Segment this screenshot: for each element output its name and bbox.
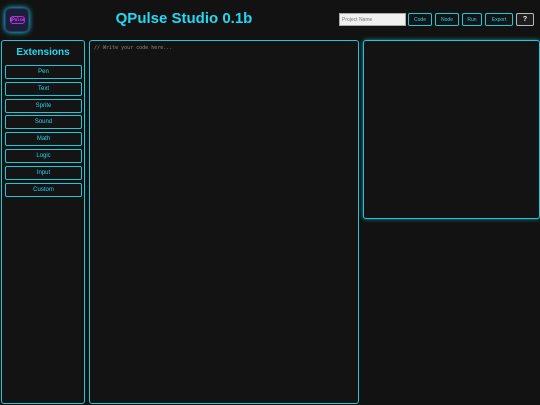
- export-button[interactable]: Export: [485, 13, 513, 26]
- extension-logic[interactable]: Logic: [5, 148, 82, 163]
- code-editor-panel: [89, 40, 359, 404]
- extension-sound[interactable]: Sound: [5, 115, 82, 130]
- project-name-input[interactable]: [339, 13, 406, 26]
- extensions-title: Extensions: [16, 47, 70, 58]
- page-title: QPulse Studio 0.1b: [115, 10, 253, 27]
- code-button[interactable]: Code: [408, 13, 432, 26]
- extension-input[interactable]: Input: [5, 165, 82, 180]
- extension-custom[interactable]: Custom: [5, 182, 82, 197]
- app-logo: QPulse: [5, 8, 29, 32]
- header-bar: QPulse QPulse Studio 0.1b Code Node Run …: [0, 0, 540, 38]
- code-editor[interactable]: [92, 43, 356, 401]
- extension-pen[interactable]: Pen: [5, 65, 82, 79]
- node-button[interactable]: Node: [435, 13, 459, 26]
- extension-sprite[interactable]: Sprite: [5, 98, 82, 113]
- app-window: QPulse QPulse Studio 0.1b Code Node Run …: [0, 0, 540, 405]
- extension-text[interactable]: Text: [5, 81, 82, 96]
- help-button[interactable]: ?: [516, 13, 534, 26]
- extensions-panel: Extensions Pen Text Sprite Sound Math Lo…: [1, 40, 85, 404]
- logo-badge-icon: QPulse: [9, 16, 25, 24]
- stage-preview[interactable]: [363, 40, 540, 219]
- extensions-list: Pen Text Sprite Sound Math Logic Input C…: [5, 65, 82, 199]
- run-button[interactable]: Run: [462, 13, 482, 26]
- extension-math[interactable]: Math: [5, 132, 82, 147]
